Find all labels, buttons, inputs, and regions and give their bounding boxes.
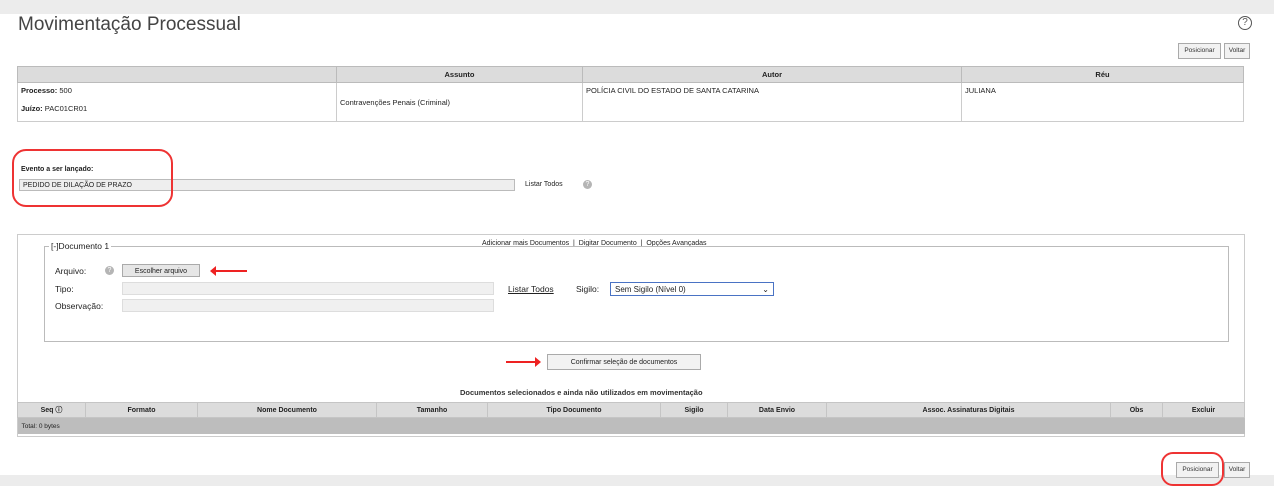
arquivo-label: Arquivo: — [55, 266, 87, 276]
col-header-autor: Autor — [582, 66, 962, 83]
total-row: Total: 0 bytes — [17, 417, 1245, 434]
col-header-empty — [17, 66, 337, 83]
col-header-reu: Réu — [961, 66, 1244, 83]
help-icon[interactable]: ⓘ — [55, 407, 62, 414]
highlight-oval — [1161, 452, 1224, 486]
assunto-value: Contravenções Penais (Criminal) — [336, 82, 583, 122]
col-obs: Obs — [1110, 402, 1163, 418]
back-button-top[interactable]: Voltar — [1224, 43, 1250, 59]
juizo-label: Juízo: — [21, 104, 43, 113]
process-info-table: Assunto Autor Réu Processo: 500 Juízo: P… — [17, 66, 1244, 122]
position-button-top[interactable]: Posicionar — [1178, 43, 1221, 59]
col-excluir: Excluir — [1162, 402, 1245, 418]
process-cell: Processo: 500 Juízo: PAC01CR01 — [17, 82, 337, 122]
processo-value: 500 — [59, 86, 72, 95]
chevron-down-icon: ⌄ — [762, 285, 769, 294]
tipo-field[interactable] — [122, 282, 494, 295]
col-assinaturas: Assoc. Assinaturas Digitais — [826, 402, 1111, 418]
col-tamanho: Tamanho — [376, 402, 488, 418]
col-sigilo: Sigilo — [660, 402, 728, 418]
back-button-bottom[interactable]: Voltar — [1224, 462, 1250, 478]
document-legend[interactable]: [-]Documento 1 — [49, 241, 112, 251]
col-tipo-documento: Tipo Documento — [487, 402, 661, 418]
page-title: Movimentação Processual — [18, 14, 241, 35]
highlight-oval — [12, 149, 173, 207]
col-data-envio: Data Envio — [727, 402, 827, 418]
confirm-selection-button[interactable]: Confirmar seleção de documentos — [547, 354, 701, 370]
observacao-label: Observação: — [55, 301, 104, 311]
tipo-label: Tipo: — [55, 284, 74, 294]
sigilo-label: Sigilo: — [576, 284, 600, 294]
col-formato: Formato — [85, 402, 198, 418]
juizo-value: PAC01CR01 — [44, 104, 88, 113]
sigilo-select[interactable]: Sem Sigilo (Nível 0) ⌄ — [610, 282, 774, 296]
page: Movimentação Processual ? Posicionar Vol… — [0, 14, 1274, 486]
listar-todos-tipo-link[interactable]: Listar Todos — [508, 284, 554, 294]
selected-documents-table: Seq ⓘ Formato Nome Documento Tamanho Tip… — [17, 402, 1245, 434]
col-header-assunto: Assunto — [336, 66, 583, 83]
observacao-field[interactable] — [122, 299, 494, 312]
autor-value: POLÍCIA CIVIL DO ESTADO DE SANTA CATARIN… — [582, 82, 962, 122]
col-seq: Seq ⓘ — [17, 402, 86, 418]
arrow-indicator — [210, 266, 247, 276]
listar-todos-evento-link[interactable]: Listar Todos — [525, 181, 563, 188]
help-icon[interactable]: ? — [105, 266, 114, 275]
reu-value: JULIANA — [961, 82, 1244, 122]
arrow-indicator — [506, 357, 541, 367]
selected-documents-title: Documentos selecionados e ainda não util… — [460, 388, 703, 397]
processo-label: Processo: — [21, 86, 58, 95]
sigilo-value: Sem Sigilo (Nível 0) — [615, 285, 686, 294]
choose-file-button[interactable]: Escolher arquivo — [122, 264, 200, 277]
help-icon[interactable]: ? — [583, 180, 592, 189]
col-nome-documento: Nome Documento — [197, 402, 377, 418]
help-icon[interactable]: ? — [1238, 16, 1252, 30]
